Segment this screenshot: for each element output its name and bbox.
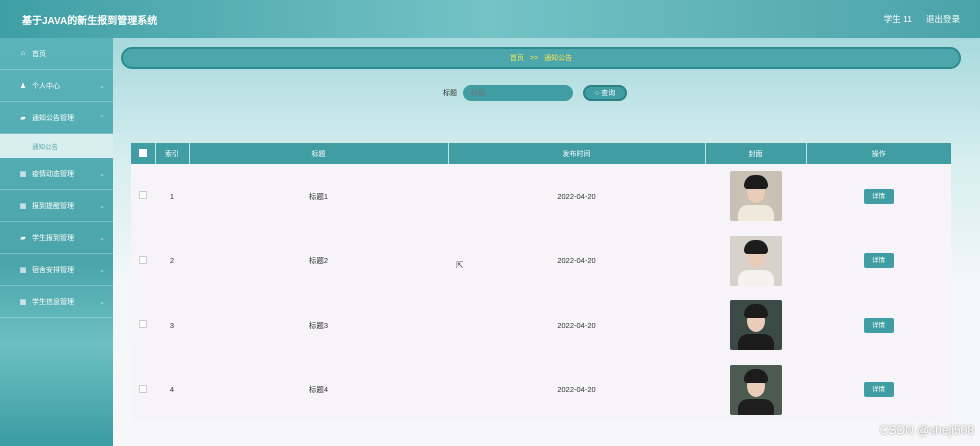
detail-button[interactable]: 详情 [863, 382, 894, 398]
top-header: 基于JAVA的新生报到管理系统 学生 11 退出登录 [0, 0, 980, 38]
row-checkbox[interactable] [139, 320, 147, 329]
search-label: 标题 [443, 90, 457, 97]
logout-link[interactable]: 退出登录 [926, 13, 960, 25]
column-header-title: 标题 [189, 143, 449, 164]
row-date: 2022-04-20 [557, 385, 596, 395]
sidebar-item-notice-management[interactable]: ▰ 通知公告管理 ⌃ [0, 102, 113, 134]
sidebar-item-student-info[interactable]: ▦ 学生信息管理 ⌄ [0, 286, 113, 318]
row-title: 标题1 [308, 191, 329, 201]
search-input[interactable] [463, 85, 573, 101]
sidebar-item-personal-center[interactable]: ♟ 个人中心 ⌄ [0, 70, 113, 102]
mouse-cursor-icon: ⇱ [456, 260, 464, 270]
search-button[interactable]: ○ 查询 [583, 85, 627, 101]
sidebar-item-home[interactable]: ⌂ 首页 [0, 38, 113, 70]
column-header-action: 操作 [871, 150, 886, 158]
table-row: 4 标题4 2022-04-20 详情 [131, 357, 951, 422]
sidebar: ⌂ 首页 ♟ 个人中心 ⌄ ▰ 通知公告管理 ⌃ 通知公告 ▦ 疫情动态管理 ⌄ ▦ 报到提醒管… [0, 38, 113, 446]
current-user: 学生 11 [883, 14, 912, 24]
sidebar-item-label: 个人中心 [32, 82, 60, 90]
row-index: 3 [169, 320, 175, 330]
detail-button[interactable]: 详情 [863, 253, 894, 269]
row-date: 2022-04-20 [557, 320, 596, 330]
chevron-down-icon: ⌄ [99, 234, 105, 242]
chevron-down-icon: ⌄ [99, 82, 105, 90]
cover-image [729, 364, 782, 415]
sidebar-item-label: 报到提醒管理 [32, 202, 74, 210]
person-icon: ♟ [19, 82, 27, 90]
sidebar-item-reminder-management[interactable]: ▦ 报到提醒管理 ⌄ [0, 190, 113, 222]
cover-image [729, 235, 782, 286]
sidebar-item-label: 学生报到管理 [32, 234, 74, 242]
search-button-label: 查询 [601, 90, 616, 97]
cover-image [729, 300, 782, 351]
row-date: 2022-04-20 [557, 191, 596, 201]
watermark: CSDN @sheji508 [879, 423, 974, 437]
column-header-date: 发布时间 [448, 143, 706, 164]
grid-icon: ▦ [19, 170, 27, 178]
row-date: 2022-04-20 [557, 256, 596, 266]
table-header-row: 索引 标题 发布时间 封面 操作 [131, 143, 951, 164]
notice-table: 索引 标题 发布时间 封面 操作 1 标题1 2022-04-20 详情 2 标… [131, 143, 951, 422]
row-index: 1 [169, 191, 175, 201]
sidebar-item-label: 首页 [32, 50, 46, 58]
breadcrumb: 首页 >> 通知公告 [121, 47, 961, 69]
grid-icon: ▦ [19, 266, 27, 274]
column-header-index: 索引 [155, 143, 190, 164]
select-all-checkbox[interactable] [138, 148, 147, 157]
row-checkbox[interactable] [139, 384, 147, 393]
breadcrumb-home[interactable]: 首页 [510, 53, 524, 63]
breadcrumb-separator: >> [529, 54, 539, 62]
row-checkbox[interactable] [139, 191, 147, 200]
chevron-up-icon: ⌃ [99, 114, 105, 122]
column-header-cover: 封面 [705, 143, 807, 164]
chevron-down-icon: ⌄ [99, 202, 105, 210]
detail-button[interactable]: 详情 [863, 188, 894, 204]
row-title: 标题2 [308, 256, 329, 266]
sidebar-item-dorm-management[interactable]: ▦ 宿舍安排管理 ⌄ [0, 254, 113, 286]
select-all-cell [131, 143, 156, 164]
sidebar-item-label: 通知公告管理 [32, 114, 74, 122]
row-title: 标题3 [308, 320, 329, 330]
sidebar-item-label: 学生信息管理 [32, 298, 74, 306]
search-icon: ○ [594, 89, 600, 97]
main-content: 首页 >> 通知公告 标题 ○ 查询 索引 标题 发布时间 封面 操作 [113, 38, 980, 446]
sidebar-subitem-notice[interactable]: 通知公告 [0, 134, 113, 158]
row-title: 标题4 [308, 385, 329, 395]
breadcrumb-current: 通知公告 [544, 55, 573, 62]
chevron-down-icon: ⌄ [99, 266, 105, 274]
row-index: 2 [169, 256, 175, 266]
cover-image [729, 171, 782, 222]
app-title: 基于JAVA的新生报到管理系统 [22, 15, 158, 27]
row-index: 4 [169, 385, 175, 395]
chevron-down-icon: ⌄ [99, 298, 105, 306]
table-row: 1 标题1 2022-04-20 详情 [131, 164, 951, 229]
sidebar-item-label: 疫情动态管理 [32, 170, 74, 178]
home-icon: ⌂ [20, 50, 26, 57]
search-bar: 标题 ○ 查询 [443, 85, 627, 101]
table-row: 2 标题2 2022-04-20 详情 [131, 228, 951, 293]
bank-icon: ▰ [20, 114, 26, 122]
grid-icon: ▦ [19, 298, 27, 306]
grid-icon: ▦ [19, 202, 27, 210]
table-row: 3 标题3 2022-04-20 详情 [131, 293, 951, 358]
row-checkbox[interactable] [139, 255, 147, 264]
sidebar-item-label: 宿舍安排管理 [32, 266, 74, 274]
detail-button[interactable]: 详情 [863, 317, 894, 333]
sidebar-item-epidemic-management[interactable]: ▦ 疫情动态管理 ⌄ [0, 158, 113, 190]
sidebar-item-checkin-management[interactable]: ▰ 学生报到管理 ⌄ [0, 222, 113, 254]
user-info: 学生 11 退出登录 [884, 13, 980, 25]
chevron-down-icon: ⌄ [99, 170, 105, 178]
bank-icon: ▰ [20, 234, 26, 242]
